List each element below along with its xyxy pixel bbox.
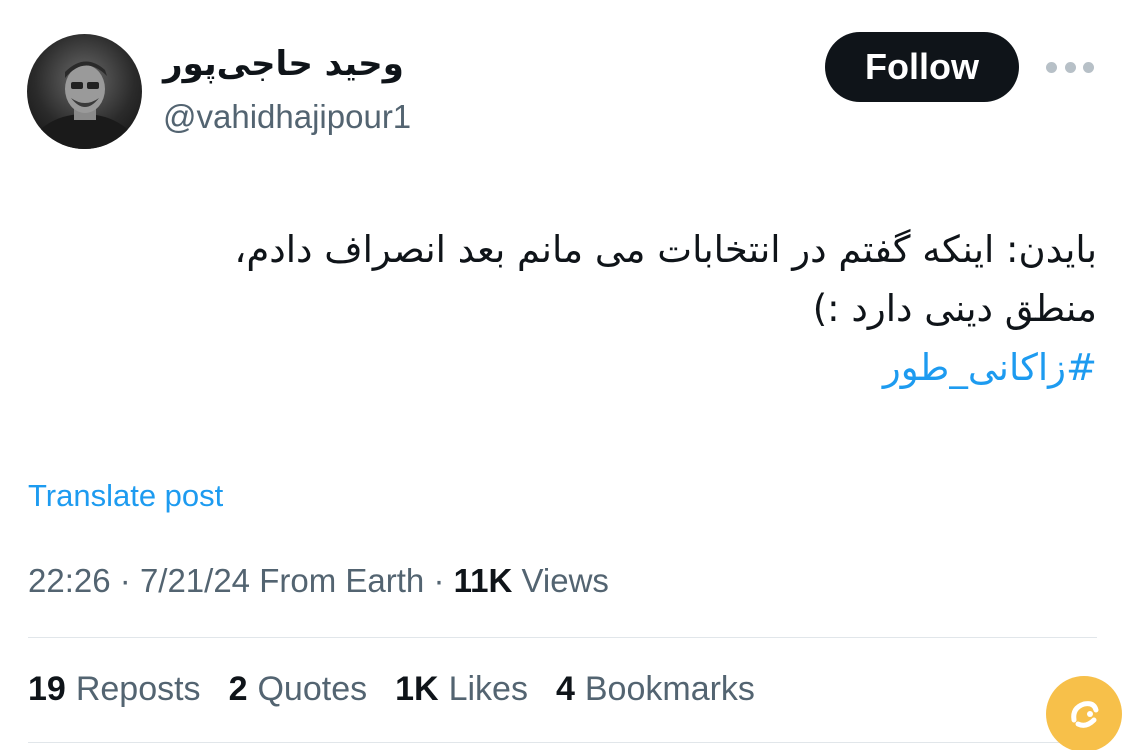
post-text: بایدن: اینکه گفتم در انتخابات می مانم بع… (97, 220, 1097, 397)
bookmarks-label: Bookmarks (584, 670, 755, 708)
divider (28, 637, 1097, 638)
post-time[interactable]: 22:26 (28, 562, 111, 599)
post-meta: 22:26 · 7/21/24 From Earth · 11K Views (28, 562, 609, 600)
divider (28, 742, 1097, 743)
follow-button[interactable]: Follow (825, 32, 1019, 102)
views-label: Views (521, 562, 609, 599)
quotes-label: Quotes (257, 670, 368, 708)
likes-stat[interactable]: 1K Likes (395, 670, 528, 709)
engagement-stats: 19 Reposts 2 Quotes 1K Likes 4 Bookmarks (28, 670, 755, 709)
reposts-count: 19 (28, 670, 66, 708)
avatar[interactable] (27, 34, 142, 149)
reposts-label: Reposts (75, 670, 201, 708)
bookmarks-count: 4 (555, 670, 575, 708)
avatar-portrait-icon (29, 61, 139, 149)
quotes-stat[interactable]: 2 Quotes (229, 670, 368, 709)
hashtag-link[interactable]: #زاکانی_طور (97, 338, 1097, 397)
quotes-count: 2 (228, 670, 248, 708)
reposts-stat[interactable]: 19 Reposts (28, 670, 201, 709)
meta-separator: · (433, 562, 445, 599)
display-name[interactable]: وحید حاجی‌پور (163, 44, 404, 84)
views-count: 11K (453, 562, 513, 599)
likes-count: 1K (395, 670, 439, 708)
meta-separator: · (119, 562, 131, 599)
post-source: From Earth (259, 562, 425, 599)
post-text-line-1: بایدن: اینکه گفتم در انتخابات می مانم بع… (234, 228, 1097, 271)
post-text-line-2: منطق دینی دارد :) (812, 287, 1097, 330)
post-date[interactable]: 7/21/24 (140, 562, 250, 599)
likes-label: Likes (448, 670, 528, 708)
translate-post-link[interactable]: Translate post (28, 478, 223, 514)
watermark-glyph-icon (1071, 701, 1099, 728)
watermark-logo-icon (1046, 676, 1122, 750)
bookmarks-stat[interactable]: 4 Bookmarks (556, 670, 755, 709)
more-horizontal-icon[interactable] (1046, 54, 1094, 80)
user-handle[interactable]: @vahidhajipour1 (163, 98, 411, 136)
